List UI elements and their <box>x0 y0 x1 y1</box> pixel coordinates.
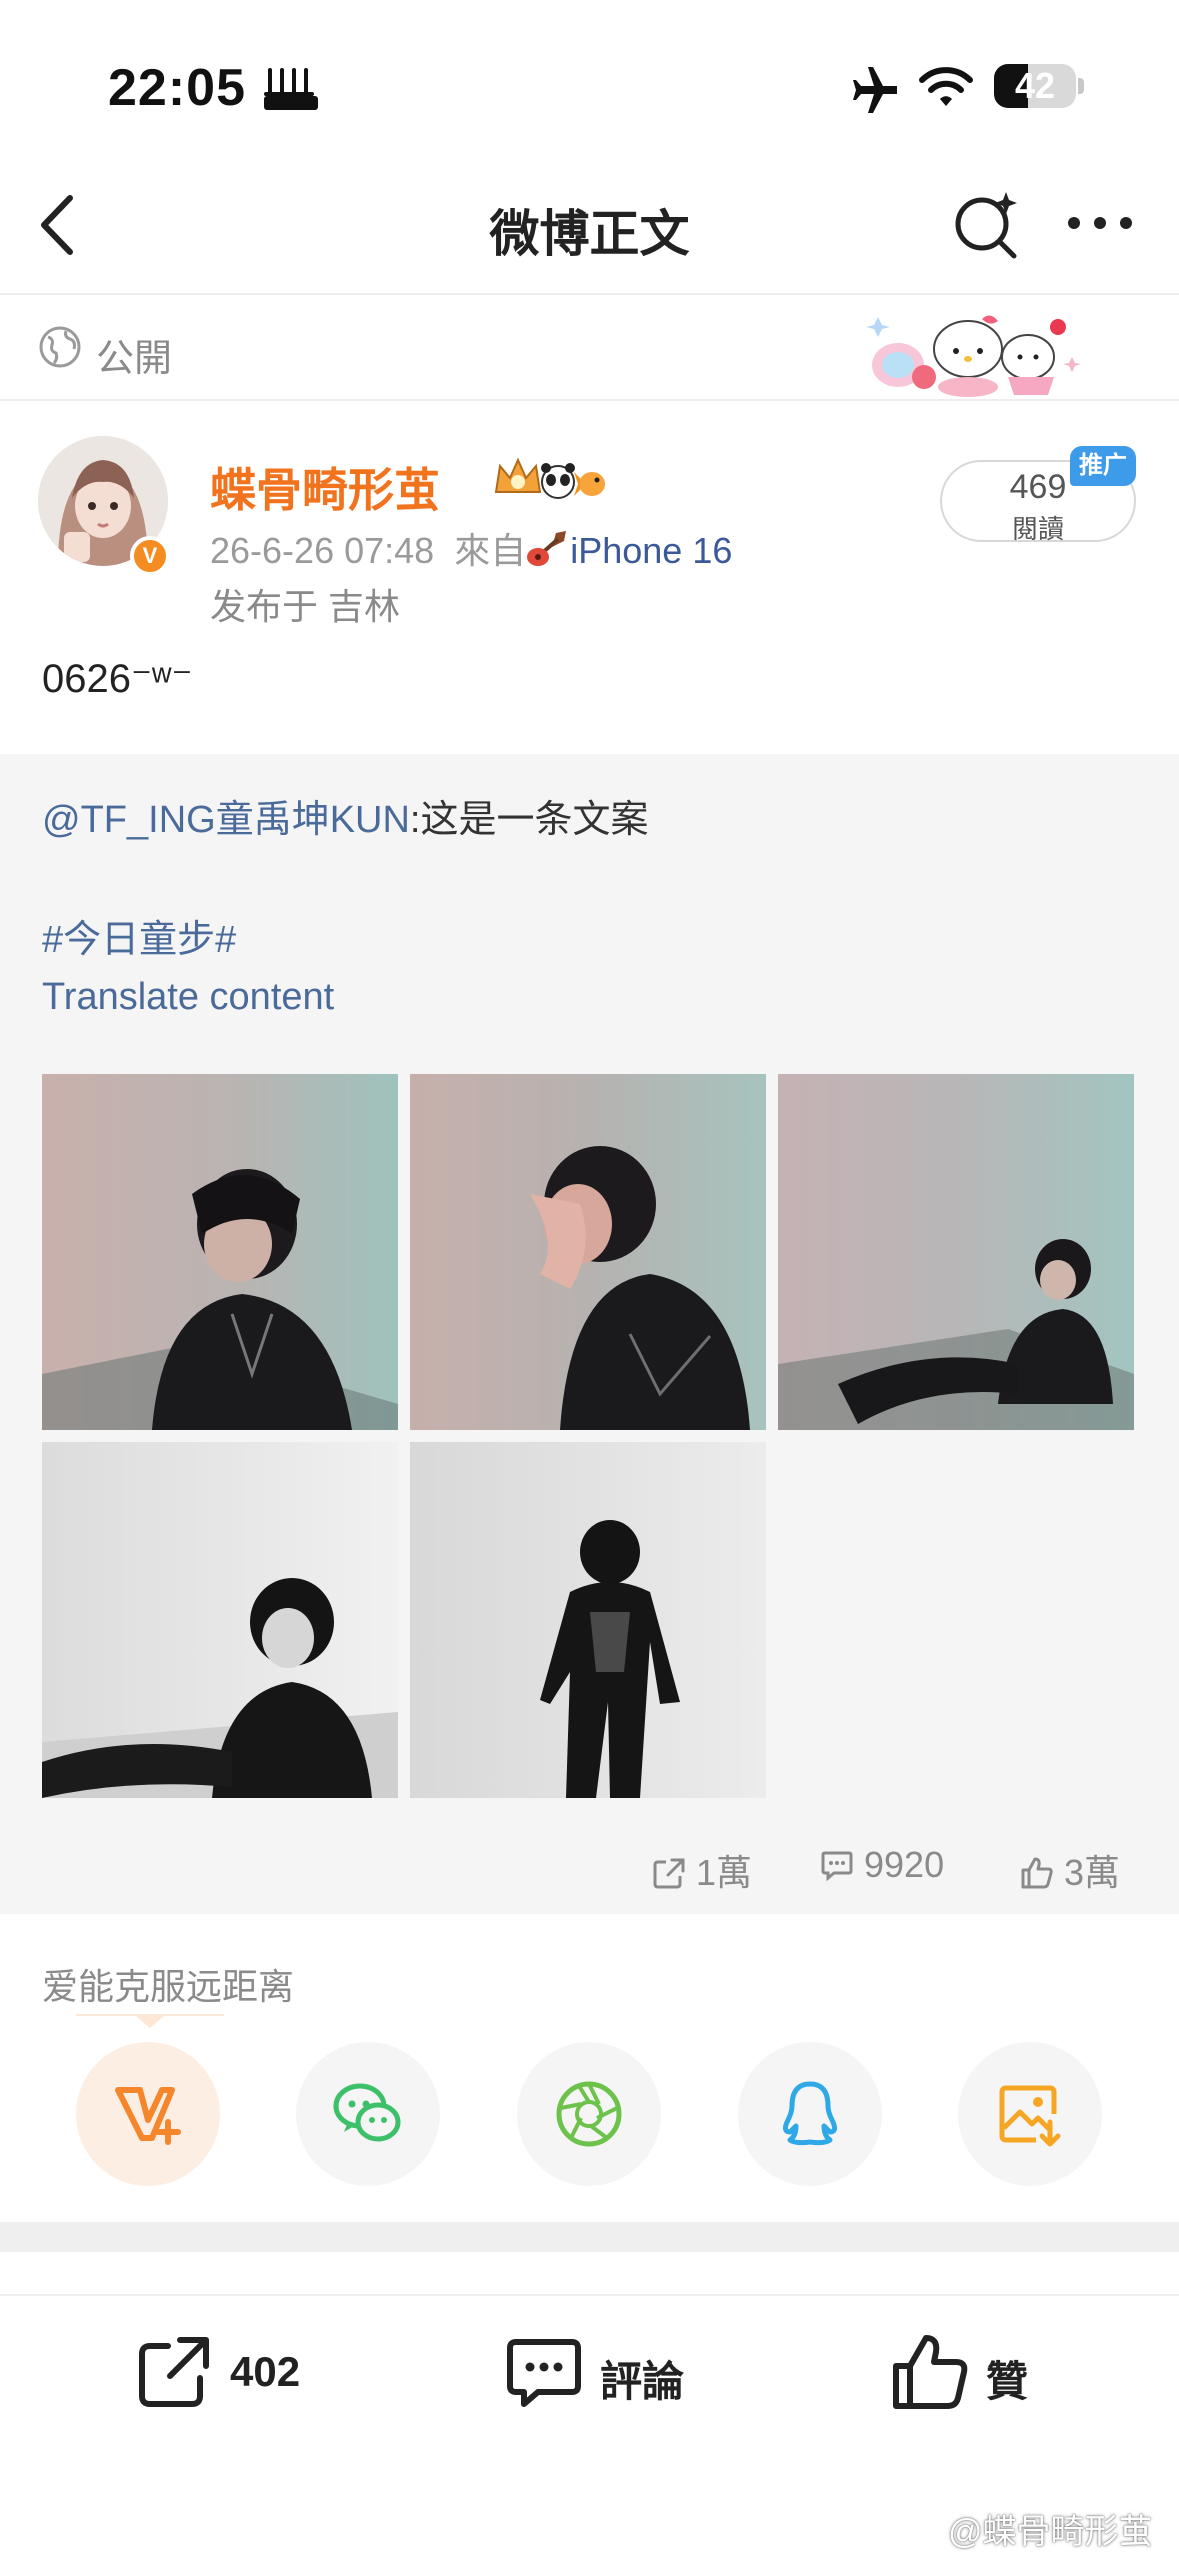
repost-body: @TF_ING童禹坤KUN:这是一条文案 <box>42 788 648 843</box>
mention-link[interactable]: @TF_ING童禹坤KUN <box>42 799 410 841</box>
vplus-icon <box>115 2087 181 2145</box>
author-emoji-badges-icon <box>494 457 605 499</box>
photo-4[interactable] <box>42 1442 398 1798</box>
share-qq[interactable] <box>738 2042 882 2186</box>
repost-icon <box>653 1858 685 1889</box>
like-button[interactable]: 贊 <box>890 2332 1070 2412</box>
battery-icon: 42 <box>994 64 1076 108</box>
wifi-icon <box>919 67 973 106</box>
visibility-label: 公開 <box>96 338 173 380</box>
battery-nub <box>1078 78 1084 94</box>
comment-icon <box>507 2339 581 2407</box>
wechat-icon <box>333 2083 401 2142</box>
hashtag-link[interactable]: #今日童步# <box>42 908 236 963</box>
source-prefix: 來自 <box>454 530 527 571</box>
like-count: 3萬 <box>1064 1852 1121 1893</box>
reposted-content[interactable]: @TF_ING童禹坤KUN:这是一条文案 #今日童步# Translate co… <box>0 754 1179 1914</box>
share-title: 爱能克服远距离 <box>42 1966 295 2007</box>
photo-5[interactable] <box>410 1442 766 1798</box>
repost-stat[interactable]: 1萬 <box>652 1844 752 1894</box>
comment-count: 9920 <box>864 1844 945 1885</box>
post-meta: 26-6-26 07:48 來自 iPhone 16 <box>210 522 732 574</box>
airplane-mode-icon <box>853 67 897 113</box>
share-tip-arrow <box>136 2016 164 2028</box>
repost-text: :这是一条文案 <box>409 799 649 841</box>
author-name[interactable]: 蝶骨畸形茧 <box>210 454 440 520</box>
translate-link[interactable]: Translate content <box>42 976 334 1019</box>
comment-stat[interactable]: 9920 <box>820 1844 944 1894</box>
share-wechat[interactable] <box>296 2042 440 2186</box>
like-icon <box>893 2335 968 2409</box>
promote-badge[interactable]: 推广 <box>1070 446 1136 486</box>
post-text: 0626⁻ʷ⁻ <box>42 657 193 701</box>
save-image-icon <box>999 2085 1061 2147</box>
like-stat[interactable]: 3萬 <box>1020 1844 1120 1894</box>
post-location: 发布于 吉林 <box>210 586 401 627</box>
weibo-watermark: @蝶骨畸形茧 <box>948 2513 1153 2551</box>
globe-icon <box>39 326 81 368</box>
moments-icon <box>556 2081 622 2147</box>
section-divider <box>0 2222 1179 2252</box>
repost-count: 1萬 <box>696 1852 753 1893</box>
qq-icon <box>782 2081 838 2146</box>
more-options-icon[interactable] <box>1064 208 1136 238</box>
like-label: 贊 <box>986 2358 1029 2405</box>
photo-1[interactable] <box>42 1074 398 1430</box>
repost-icon <box>139 2337 209 2407</box>
visibility-row: 公開 <box>0 297 1179 401</box>
photo-3[interactable] <box>778 1074 1134 1430</box>
share-vplus[interactable] <box>76 2042 220 2186</box>
comment-label: 評論 <box>600 2358 685 2405</box>
share-save-image[interactable] <box>958 2042 1102 2186</box>
reads-label: 閱讀 <box>1011 514 1064 544</box>
source-device[interactable]: iPhone 16 <box>570 530 732 571</box>
share-moments[interactable] <box>517 2042 661 2186</box>
nav-bar: 微博正文 <box>0 150 1179 295</box>
verified-badge: V <box>130 536 170 576</box>
comment-icon <box>821 1851 853 1882</box>
repost-button[interactable]: 402 <box>134 2332 334 2412</box>
like-icon <box>1021 1857 1053 1889</box>
status-time: 22:05 <box>108 59 246 117</box>
battery-percent: 42 <box>1014 65 1056 106</box>
hello-kitty-sticker <box>866 315 1081 397</box>
guitar-icon <box>527 531 567 566</box>
post-date: 26-6-26 07:48 <box>210 530 435 571</box>
repost-count: 402 <box>230 2348 301 2395</box>
photo-2[interactable] <box>410 1074 766 1430</box>
screen-recording-icon <box>264 68 318 110</box>
status-bar: 22:05 42 <box>0 0 1179 150</box>
comment-button[interactable]: 評論 <box>504 2332 724 2412</box>
search-sparkle-icon[interactable] <box>950 188 1024 262</box>
bottom-action-bar: 402 評論 贊 <box>0 2294 1179 2454</box>
